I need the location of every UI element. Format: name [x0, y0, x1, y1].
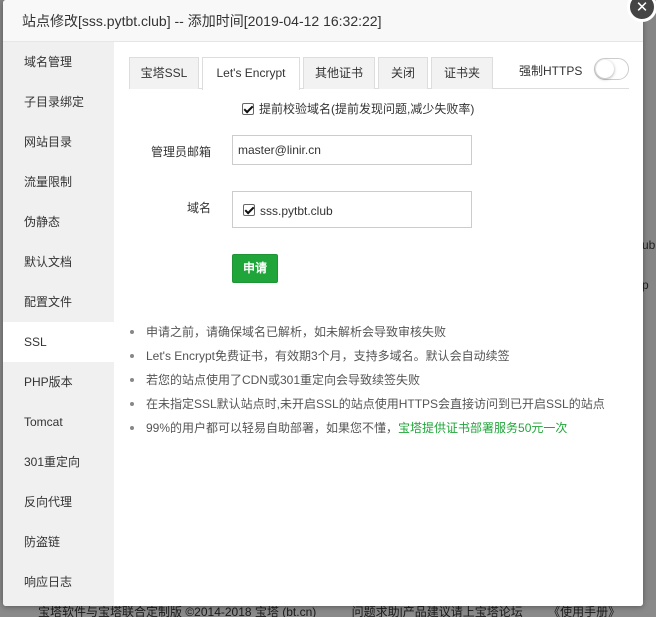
precheck-label: 提前校验域名(提前发现问题,减少失败率): [259, 102, 475, 116]
apply-button[interactable]: 申请: [232, 254, 278, 283]
note-text: 在未指定SSL默认站点时,未开启SSL的站点使用HTTPS会直接访问到已开启SS…: [146, 397, 605, 411]
sidebar-item-config[interactable]: 配置文件: [3, 282, 114, 322]
sidebar-item-ssl[interactable]: SSL: [3, 322, 114, 362]
sidebar-item-default-doc[interactable]: 默认文档: [3, 242, 114, 282]
list-item: 申请之前，请确保域名已解析，如未解析会导致审核失败: [130, 322, 630, 346]
background-text-fragment: p: [642, 278, 649, 292]
force-https-toggle[interactable]: [594, 58, 629, 80]
list-item: 99%的用户都可以轻易自助部署，如果您不懂，宝塔提供证书部署服务50元一次: [130, 418, 630, 442]
precheck-option[interactable]: 提前校验域名(提前发现问题,减少失败率): [242, 100, 474, 117]
domain-checkbox[interactable]: [243, 204, 255, 217]
toggle-knob: [596, 60, 614, 78]
force-https-label: 强制HTTPS: [519, 64, 583, 78]
sidebar-item-php[interactable]: PHP版本: [3, 362, 114, 402]
note-text: 申请之前，请确保域名已解析，如未解析会导致审核失败: [146, 325, 447, 339]
bullet-icon: [130, 329, 134, 334]
sidebar-item-site-dir[interactable]: 网站目录: [3, 122, 114, 162]
bullet-icon: [130, 377, 134, 382]
tab-bt-ssl[interactable]: 宝塔SSL: [129, 57, 199, 89]
note-text: 若您的站点使用了CDN或301重定向会导致续签失败: [146, 373, 421, 387]
sidebar: 域名管理 子目录绑定 网站目录 流量限制 伪静态 默认文档 配置文件 SSL P…: [3, 42, 114, 606]
ssl-panel: 宝塔SSL Let's Encrypt 其他证书 关闭 证书夹 强制HTTPS …: [114, 42, 643, 606]
sidebar-item-traffic[interactable]: 流量限制: [3, 162, 114, 202]
list-item: Let's Encrypt免费证书，有效期3个月，支持多域名。默认会自动续签: [130, 346, 630, 370]
email-label: 管理员邮箱: [151, 145, 212, 159]
sidebar-item-proxy[interactable]: 反向代理: [3, 482, 114, 522]
note-text: 99%的用户都可以轻易自助部署，如果您不懂，: [146, 421, 399, 435]
domain-label: 域名: [187, 201, 212, 215]
sidebar-item-hotlink[interactable]: 防盗链: [3, 522, 114, 562]
domain-list: sss.pytbt.club: [232, 191, 472, 228]
note-text: Let's Encrypt免费证书，有效期3个月，支持多域名。默认会自动续签: [146, 349, 510, 363]
background-text-fragment: ub: [642, 238, 656, 252]
tab-cert-folder[interactable]: 证书夹: [431, 57, 493, 89]
email-input[interactable]: [232, 135, 472, 165]
sidebar-item-tomcat[interactable]: Tomcat: [3, 402, 114, 442]
domain-name: sss.pytbt.club: [260, 204, 333, 218]
tab-lets-encrypt[interactable]: Let's Encrypt: [202, 57, 300, 90]
bullet-icon: [130, 401, 134, 406]
sidebar-item-domain[interactable]: 域名管理: [3, 42, 114, 82]
tab-close[interactable]: 关闭: [378, 57, 428, 89]
bullet-icon: [130, 353, 134, 358]
site-edit-dialog: 站点修改[sss.pytbt.club] -- 添加时间[2019-04-12 …: [3, 0, 643, 606]
notes-list: 申请之前，请确保域名已解析，如未解析会导致审核失败 Let's Encrypt免…: [130, 322, 630, 442]
list-item: 在未指定SSL默认站点时,未开启SSL的站点使用HTTPS会直接访问到已开启SS…: [130, 394, 630, 418]
precheck-checkbox[interactable]: [242, 102, 254, 115]
cert-service-link[interactable]: 宝塔提供证书部署服务50元一次: [398, 421, 567, 435]
dialog-title: 站点修改[sss.pytbt.club] -- 添加时间[2019-04-12 …: [3, 0, 643, 42]
sidebar-item-rewrite[interactable]: 伪静态: [3, 202, 114, 242]
sidebar-item-redirect[interactable]: 301重定向: [3, 442, 114, 482]
list-item: 若您的站点使用了CDN或301重定向会导致续签失败: [130, 370, 630, 394]
tab-other-cert[interactable]: 其他证书: [303, 57, 375, 89]
bullet-icon: [130, 425, 134, 430]
sidebar-item-subdir[interactable]: 子目录绑定: [3, 82, 114, 122]
sidebar-item-log[interactable]: 响应日志: [3, 562, 114, 602]
